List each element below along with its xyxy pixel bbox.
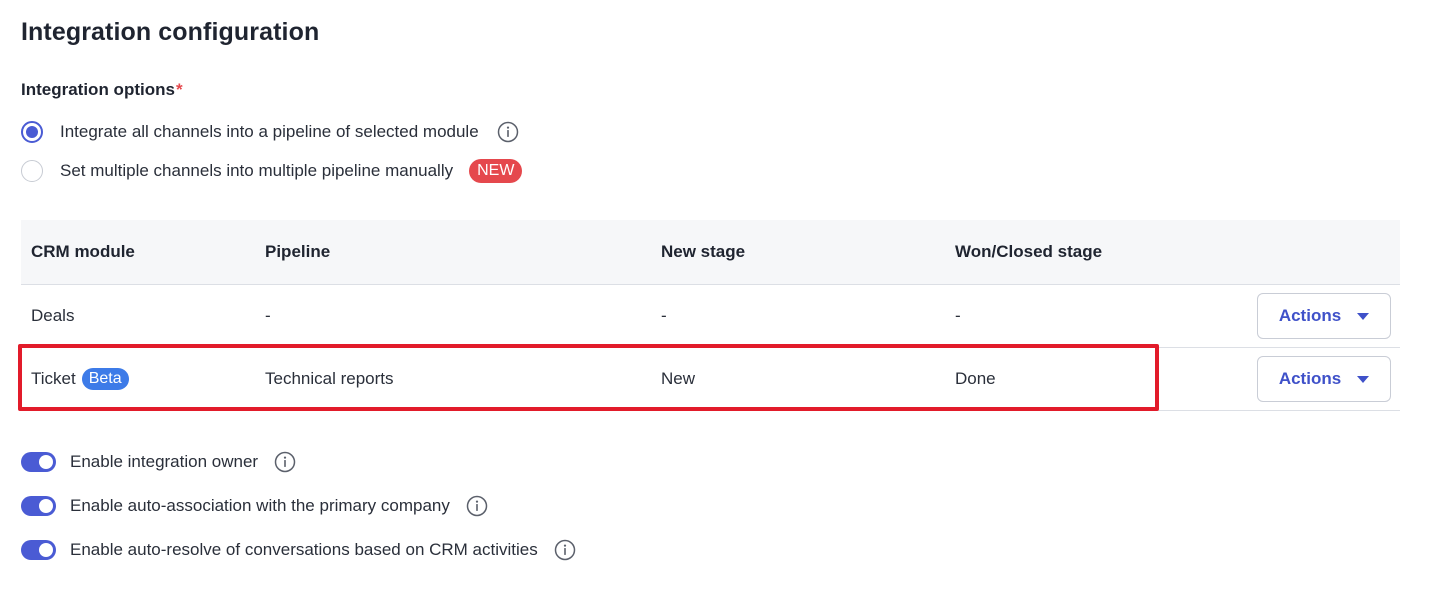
info-icon[interactable]: [554, 539, 576, 561]
integration-options-text: Integration options: [21, 80, 175, 99]
actions-label: Actions: [1278, 369, 1342, 388]
toggle-switch-on[interactable]: [21, 496, 56, 516]
info-icon[interactable]: [497, 121, 519, 143]
header-won-closed-stage: Won/Closed stage: [955, 242, 1103, 261]
info-icon[interactable]: [274, 451, 296, 473]
header-pipeline: Pipeline: [265, 242, 331, 261]
radio-button-unchecked[interactable]: [21, 160, 43, 182]
radio-label: Integrate all channels into a pipeline o…: [60, 122, 479, 141]
toggle-label: Enable auto-association with the primary…: [70, 496, 450, 515]
cell-pipeline: -: [265, 306, 271, 325]
actions-dropdown-button[interactable]: Actions: [1257, 293, 1391, 339]
header-new-stage: New stage: [661, 242, 746, 261]
cell-actions: Actions: [1255, 293, 1400, 339]
toggle-label: Enable integration owner: [70, 452, 259, 471]
crm-module-table: CRM module Pipeline New stage Won/Closed…: [21, 220, 1400, 411]
cell-new-stage: -: [661, 306, 667, 325]
cell-pipeline: Technical reports: [265, 369, 394, 388]
cell-won-stage: -: [955, 306, 961, 325]
new-badge: NEW: [469, 159, 523, 183]
toggle-auto-association[interactable]: Enable auto-association with the primary…: [21, 494, 488, 518]
page-title: Integration configuration: [21, 18, 320, 46]
radio-label: Set multiple channels into multiple pipe…: [60, 161, 454, 180]
info-icon[interactable]: [466, 495, 488, 517]
cell-actions: Actions: [1255, 356, 1400, 402]
radio-button-checked[interactable]: [21, 121, 43, 143]
toggle-switch-on[interactable]: [21, 540, 56, 560]
cell-module: Ticket Beta: [21, 368, 265, 390]
table-header: CRM module Pipeline New stage Won/Closed…: [21, 220, 1400, 285]
caret-down-icon: [1357, 312, 1370, 320]
toggle-integration-owner[interactable]: Enable integration owner: [21, 450, 296, 474]
header-crm-module: CRM module: [31, 242, 135, 261]
required-mark: *: [175, 80, 183, 99]
toggle-label: Enable auto-resolve of conversations bas…: [70, 540, 538, 559]
toggle-switch-on[interactable]: [21, 452, 56, 472]
cell-module: Deals: [21, 306, 265, 326]
cell-won-stage: Done: [955, 369, 996, 388]
module-name: Ticket: [31, 369, 76, 388]
radio-option-all-channels[interactable]: Integrate all channels into a pipeline o…: [21, 119, 519, 145]
caret-down-icon: [1357, 375, 1370, 383]
actions-label: Actions: [1278, 306, 1342, 325]
beta-badge: Beta: [81, 368, 129, 390]
integration-options-label: Integration options*: [21, 80, 183, 100]
module-name: Deals: [31, 306, 75, 325]
table-row: Ticket Beta Technical reports New Done A…: [21, 348, 1400, 411]
toggle-auto-resolve[interactable]: Enable auto-resolve of conversations bas…: [21, 538, 576, 562]
cell-new-stage: New: [661, 369, 696, 388]
table-row: Deals - - - Actions: [21, 285, 1400, 348]
radio-option-multiple-channels[interactable]: Set multiple channels into multiple pipe…: [21, 158, 523, 184]
actions-dropdown-button[interactable]: Actions: [1257, 356, 1391, 402]
